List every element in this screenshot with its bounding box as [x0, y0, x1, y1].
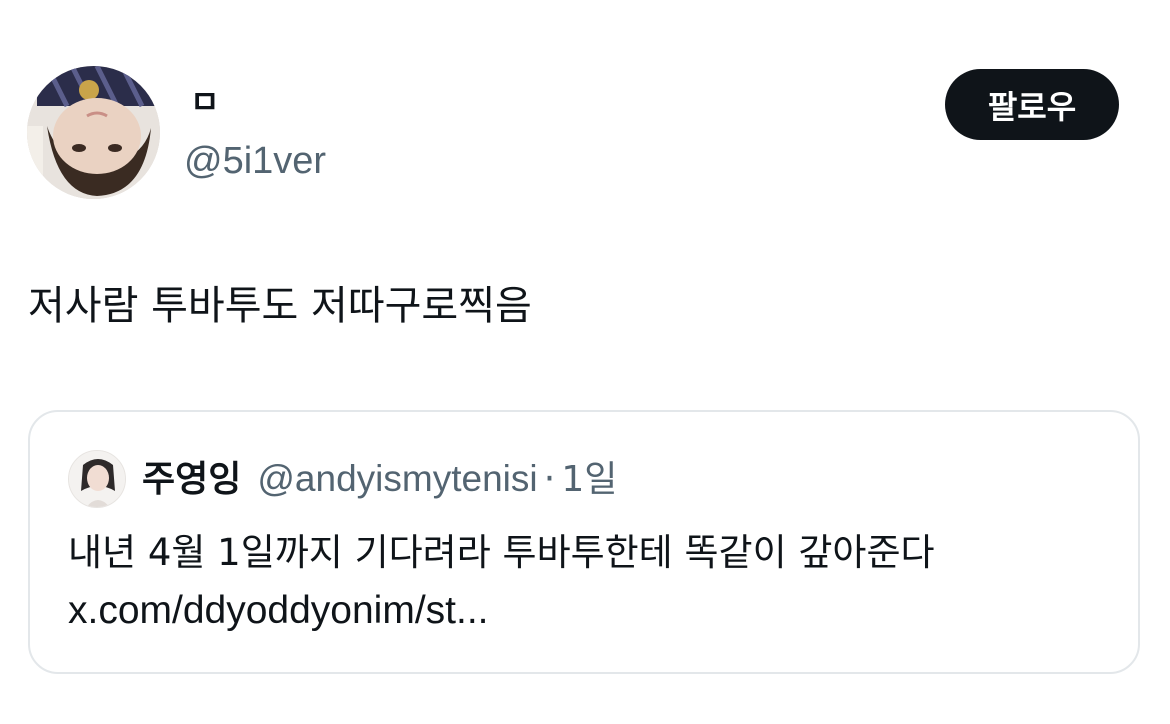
quoted-text-line: 내년 4월 1일까지 기다려라 투바투한테 똑같이 갚아준다: [68, 531, 935, 574]
profile-avatar-icon[interactable]: [27, 66, 160, 199]
follow-button[interactable]: 팔로우: [945, 69, 1119, 140]
quoted-link[interactable]: x.com/ddyoddyonim/st...: [68, 582, 1108, 640]
separator-dot: ·: [543, 457, 556, 500]
quoted-display-name[interactable]: 주영잉: [142, 455, 241, 505]
quoted-handle[interactable]: @andyismytenisi: [257, 454, 537, 504]
quoted-header: 주영잉 @andyismytenisi · 1일: [142, 454, 617, 505]
author-display-name[interactable]: ㅁ: [190, 80, 219, 124]
tweet: ㅁ @5i1ver 팔로우 저사람 투바투도 저따구로찍음 주영잉 @andyi…: [0, 0, 1170, 724]
quoted-tweet-card[interactable]: 주영잉 @andyismytenisi · 1일 내년 4월 1일까지 기다려라…: [28, 410, 1140, 674]
quoted-profile-avatar-icon[interactable]: [68, 450, 126, 508]
quoted-tweet-text: 내년 4월 1일까지 기다려라 투바투한테 똑같이 갚아준다 x.com/ddy…: [68, 524, 1108, 640]
tweet-text: 저사람 투바투도 저따구로찍음: [28, 283, 532, 329]
quoted-timestamp[interactable]: 1일: [561, 455, 617, 505]
author-handle[interactable]: @5i1ver: [184, 136, 326, 186]
